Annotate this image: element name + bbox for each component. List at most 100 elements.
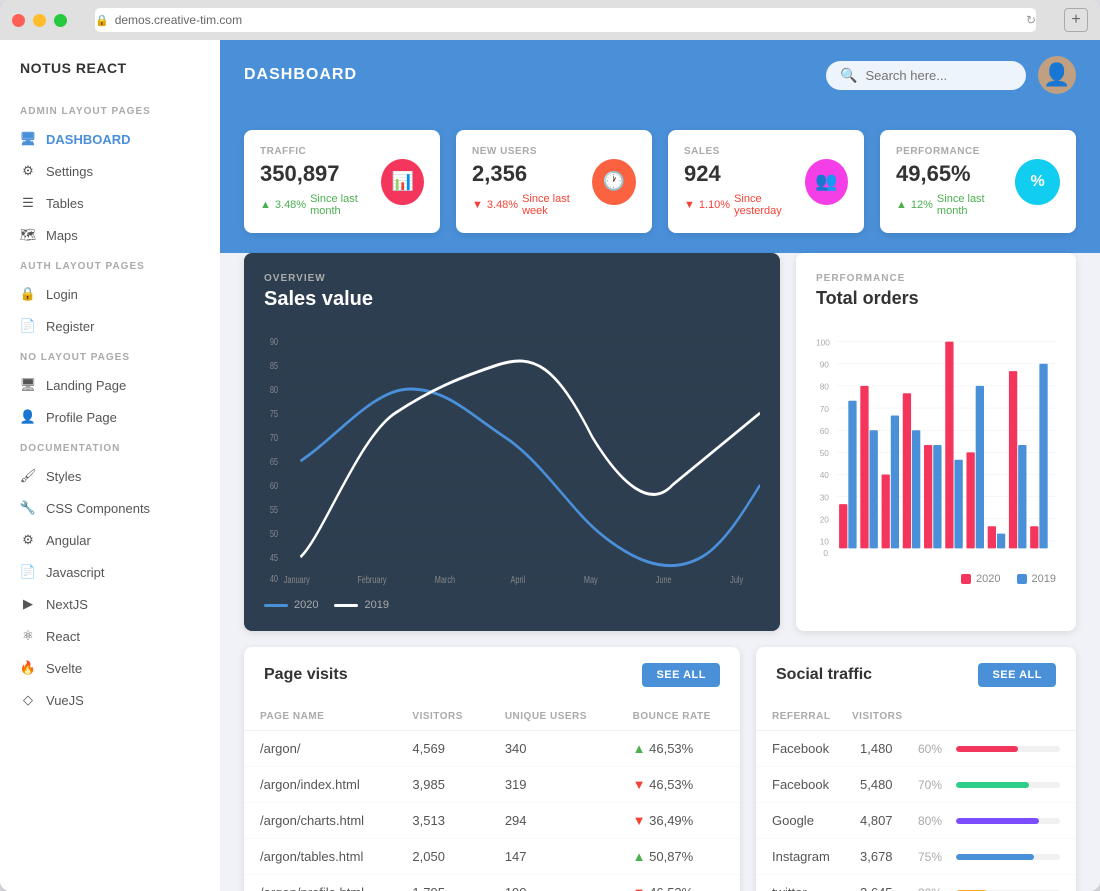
search-box[interactable]: 🔍 xyxy=(826,61,1026,90)
header-right: 🔍 👤 xyxy=(826,56,1076,94)
sidebar-item-svelte[interactable]: 🔥 Svelte xyxy=(0,652,220,684)
svg-text:100: 100 xyxy=(816,337,830,347)
cell-unique: 340 xyxy=(489,731,617,767)
cell-page: /argon/ xyxy=(244,731,396,767)
list-item: Facebook 1,480 60% xyxy=(756,731,1076,767)
bar-legend-2019: 2019 xyxy=(1017,573,1056,585)
svg-text:0: 0 xyxy=(823,548,828,558)
svg-text:30: 30 xyxy=(820,492,830,502)
refresh-icon[interactable]: ↻ xyxy=(1026,13,1036,27)
stat-card-sales: SALES 924 ▼ 1.10% Since yesterday 👥 xyxy=(668,130,864,233)
sidebar-item-profile[interactable]: 👤 Profile Page xyxy=(0,401,220,433)
sidebar-item-register[interactable]: 📄 Register xyxy=(0,310,220,342)
url-bar[interactable]: 🔒 demos.creative-tim.com ↻ xyxy=(95,8,1036,32)
sidebar-item-react[interactable]: ⚛ React xyxy=(0,620,220,652)
sidebar-item-landing[interactable]: 🖥 Landing Page xyxy=(0,369,220,401)
sidebar-brand: NOTUS REACT xyxy=(0,60,220,96)
progress-track xyxy=(956,818,1060,824)
register-icon: 📄 xyxy=(20,318,36,334)
social-name: Facebook xyxy=(772,741,852,756)
trend-up-icon-2: ▲ xyxy=(896,199,907,211)
social-name: Facebook xyxy=(772,777,852,792)
percent-icon: % xyxy=(1030,173,1044,191)
react-icon: ⚛ xyxy=(20,628,36,644)
sidebar-item-login[interactable]: 🔒 Login xyxy=(0,278,220,310)
social-name: Instagram xyxy=(772,849,852,864)
svg-text:65: 65 xyxy=(270,456,278,467)
cell-unique: 190 xyxy=(489,875,617,891)
bar-legend-2020-dot xyxy=(961,574,971,584)
table-row: /argon/charts.html 3,513 294 ▼ 36,49% xyxy=(244,803,740,839)
cell-bounce: ▲ 46,53% xyxy=(617,731,740,767)
trend-up-icon: ▲ xyxy=(260,199,271,211)
new-tab-button[interactable]: + xyxy=(1064,8,1088,32)
svg-text:50: 50 xyxy=(270,528,278,539)
avatar[interactable]: 👤 xyxy=(1038,56,1076,94)
cell-visitors: 4,569 xyxy=(396,731,488,767)
svg-text:80: 80 xyxy=(820,382,830,392)
svg-text:70: 70 xyxy=(270,432,278,443)
stat-icon-traffic: 📊 xyxy=(381,159,424,205)
social-name: Google xyxy=(772,813,852,828)
search-icon: 🔍 xyxy=(840,67,857,84)
sidebar-item-tables[interactable]: ☰ Tables xyxy=(0,187,220,219)
social-visitors: 2,645 xyxy=(860,885,910,891)
sidebar-item-dashboard[interactable]: 🖥 DASHBOARD xyxy=(0,123,220,155)
orders-chart-card: PERFORMANCE Total orders 100 90 80 70 xyxy=(796,253,1076,631)
close-button[interactable] xyxy=(12,14,25,27)
legend-2019-label: 2019 xyxy=(364,599,388,611)
stat-value-sales: 924 xyxy=(684,161,805,187)
orders-chart-title: Total orders xyxy=(816,288,1056,309)
list-item: twitter 2,645 30% xyxy=(756,875,1076,891)
sidebar-item-settings[interactable]: ⚙ Settings xyxy=(0,155,220,187)
social-traffic-header: Social traffic SEE ALL xyxy=(756,647,1076,703)
svg-text:60: 60 xyxy=(820,426,830,436)
sidebar-section-nolayout: NO LAYOUT PAGES xyxy=(0,342,220,369)
stat-info-performance: PERFORMANCE 49,65% ▲ 12% Since last mont… xyxy=(896,146,1015,217)
svg-text:60: 60 xyxy=(270,480,278,491)
list-item: Google 4,807 80% xyxy=(756,803,1076,839)
maximize-button[interactable] xyxy=(54,14,67,27)
profile-icon: 👤 xyxy=(20,409,36,425)
styles-icon: 🖌 xyxy=(20,468,36,484)
sidebar-item-angular[interactable]: ⚙ Angular xyxy=(0,524,220,556)
minimize-button[interactable] xyxy=(33,14,46,27)
browser-window: 🔒 demos.creative-tim.com ↻ + NOTUS REACT… xyxy=(0,0,1100,891)
svg-text:April: April xyxy=(511,574,526,585)
css-icon: 🔧 xyxy=(20,500,36,516)
sidebar-item-css[interactable]: 🔧 CSS Components xyxy=(0,492,220,524)
stat-label-performance: PERFORMANCE xyxy=(896,146,1015,157)
progress-fill xyxy=(956,746,1018,752)
orders-chart-svg: 100 90 80 70 60 50 40 xyxy=(816,325,1056,565)
angular-icon: ⚙ xyxy=(20,532,36,548)
stat-value-traffic: 350,897 xyxy=(260,161,381,187)
sidebar-item-javascript[interactable]: 📄 Javascript xyxy=(0,556,220,588)
svg-text:90: 90 xyxy=(820,359,830,369)
sidebar-item-vuejs[interactable]: ◇ VueJS xyxy=(0,684,220,716)
sidebar-item-styles[interactable]: 🖌 Styles xyxy=(0,460,220,492)
sales-chart-title: Sales value xyxy=(264,288,760,311)
sidebar-label-landing: Landing Page xyxy=(46,378,126,393)
tables-section: Page visits SEE ALL PAGE NAME VISITORS U… xyxy=(220,647,1100,891)
sales-chart-svg: 90 85 80 75 70 65 60 xyxy=(264,327,760,587)
cell-page: /argon/tables.html xyxy=(244,839,396,875)
social-visitors: 1,480 xyxy=(860,741,910,756)
table-row: /argon/profile.html 1,795 190 ▼ 46,53% xyxy=(244,875,740,891)
table-row: /argon/ 4,569 340 ▲ 46,53% xyxy=(244,731,740,767)
search-input[interactable] xyxy=(865,68,1012,83)
social-rows-container: Facebook 1,480 60% Facebook 5,480 70% Go… xyxy=(756,731,1076,891)
social-traffic-see-all[interactable]: SEE ALL xyxy=(978,663,1056,687)
sidebar-label-dashboard: DASHBOARD xyxy=(46,132,131,147)
svg-text:40: 40 xyxy=(270,573,278,584)
table-row: /argon/tables.html 2,050 147 ▲ 50,87% xyxy=(244,839,740,875)
sidebar-item-maps[interactable]: 🗺 Maps xyxy=(0,219,220,251)
bar-chart-icon: 📊 xyxy=(392,171,414,192)
svg-text:March: March xyxy=(435,574,455,585)
url-text: demos.creative-tim.com xyxy=(115,13,242,27)
sidebar-label-vuejs: VueJS xyxy=(46,693,84,708)
sidebar-item-nextjs[interactable]: ▶ NextJS xyxy=(0,588,220,620)
page-visits-see-all[interactable]: SEE ALL xyxy=(642,663,720,687)
legend-2019-line xyxy=(334,604,358,607)
page-title: DASHBOARD xyxy=(244,66,357,84)
javascript-icon: 📄 xyxy=(20,564,36,580)
